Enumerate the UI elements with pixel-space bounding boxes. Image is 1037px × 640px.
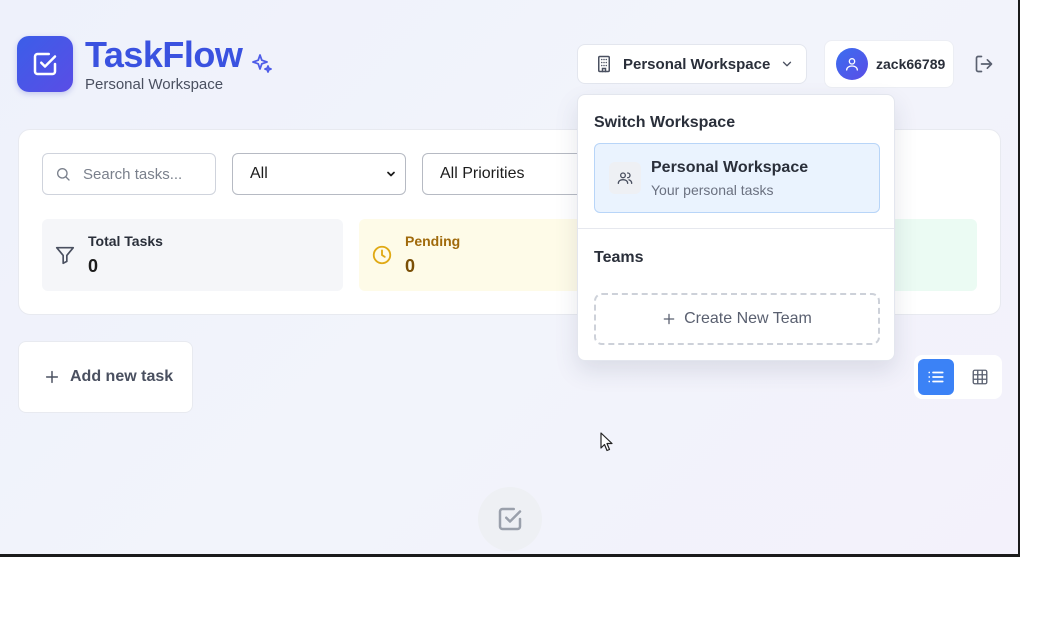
search-field[interactable]: [42, 153, 216, 195]
stat-total-label: Total Tasks: [88, 232, 163, 249]
chevron-down-icon: [783, 61, 792, 67]
grid-icon: [972, 369, 988, 385]
list-view-button[interactable]: [918, 359, 954, 395]
workspace-switcher-button[interactable]: Personal Workspace: [577, 44, 807, 84]
create-team-button[interactable]: Create New Team: [594, 293, 880, 345]
workspace-option-icon: [609, 162, 641, 194]
workspace-dropdown: Switch Workspace Personal Workspace Your…: [577, 94, 895, 361]
workspace-button-label: Personal Workspace: [623, 55, 771, 73]
users-icon: [617, 172, 633, 184]
mouse-cursor-icon: [600, 432, 613, 452]
app-logo: [17, 36, 73, 92]
workspace-option-personal[interactable]: Personal Workspace Your personal tasks: [594, 143, 880, 213]
plus-icon: [663, 313, 675, 325]
filter-icon: [55, 246, 75, 265]
logout-icon[interactable]: [974, 54, 994, 74]
stat-total-tasks: Total Tasks 0: [42, 219, 343, 291]
avatar: [836, 48, 868, 80]
building-icon: [598, 55, 610, 73]
view-toggle: [914, 355, 1002, 399]
stat-pending-label: Pending: [405, 232, 461, 249]
search-input[interactable]: [83, 165, 203, 183]
empty-state-icon: [478, 487, 542, 551]
add-task-button[interactable]: Add new task: [18, 341, 193, 413]
stat-total-value: 0: [88, 255, 99, 276]
check-square-icon: [498, 507, 522, 531]
chevron-down-icon: [387, 171, 395, 177]
create-team-label: Create New Team: [684, 310, 812, 327]
status-filter-select[interactable]: All: [232, 153, 406, 195]
workspace-option-description: Your personal tasks: [651, 181, 774, 198]
grid-view-button[interactable]: [962, 359, 998, 395]
plus-icon: [45, 370, 59, 384]
check-square-icon: [33, 52, 57, 76]
stat-pending-tasks: Pending 0: [359, 219, 589, 291]
app-window: TaskFlow Personal Workspace Personal Wor…: [0, 0, 1020, 557]
app-title: TaskFlow: [85, 34, 243, 75]
priority-filter-value: All Priorities: [440, 165, 525, 182]
priority-filter-select[interactable]: All Priorities: [422, 153, 592, 195]
workspace-option-name: Personal Workspace: [651, 158, 809, 176]
sparkles-icon: [252, 54, 272, 73]
username: zack66789: [876, 56, 946, 72]
dropdown-title: Switch Workspace: [594, 114, 736, 131]
stat-pending-value: 0: [405, 255, 416, 276]
dropdown-divider: [578, 228, 894, 229]
app-subtitle: Personal Workspace: [85, 76, 224, 93]
search-icon: [57, 168, 70, 181]
user-icon: [846, 58, 858, 71]
teams-heading: Teams: [594, 249, 644, 266]
status-filter-value: All: [250, 165, 268, 182]
clock-icon: [372, 245, 392, 265]
list-icon: [928, 371, 944, 383]
user-menu-button[interactable]: zack66789: [824, 40, 954, 88]
add-task-label: Add new task: [70, 368, 174, 385]
